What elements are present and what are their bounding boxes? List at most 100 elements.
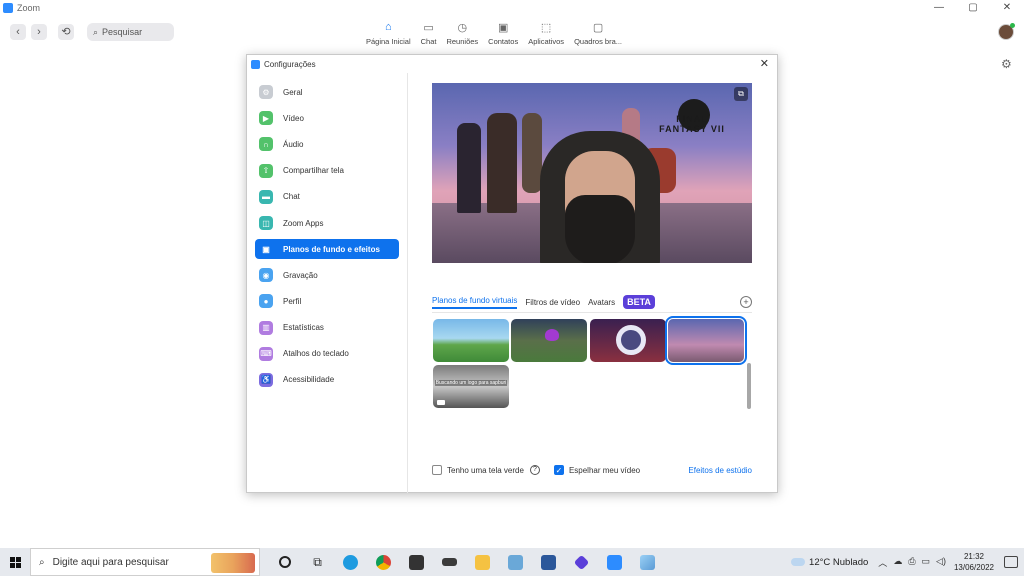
sidebar-item-video[interactable]: ▶ Vídeo: [255, 105, 399, 131]
sidebar-item-label: Gravação: [283, 270, 318, 280]
zoom-taskbar-icon[interactable]: [598, 548, 631, 576]
tab-avatars[interactable]: Avatars: [588, 298, 615, 307]
tab-contacts[interactable]: ▣ Contatos: [488, 20, 519, 47]
volume-icon[interactable]: ◁): [936, 556, 946, 569]
taskbar-search-input[interactable]: ⌕ Digite aqui para pesquisar: [30, 548, 260, 576]
keyboard-icon: ⌨: [259, 346, 273, 361]
background-thumbnail[interactable]: [590, 319, 666, 362]
app-icon[interactable]: [565, 548, 598, 576]
thumbnail-caption: Buscando um logo para sapburi: [435, 380, 507, 386]
sidebar-item-keyboard-shortcuts[interactable]: ⌨ Atalhos do teclado: [255, 341, 399, 367]
help-icon[interactable]: ?: [529, 465, 540, 475]
main-toolbar: ‹ › ⟲ ⌕ Pesquisar ⌂ Página Inicial ▭ Cha…: [0, 18, 1024, 50]
mirror-video-checkbox[interactable]: ✓: [553, 465, 564, 475]
tab-chat[interactable]: ▭ Chat: [421, 20, 437, 47]
search-placeholder: Pesquisar: [102, 27, 143, 37]
stack-icon[interactable]: [433, 548, 466, 576]
app-icon[interactable]: [499, 548, 532, 576]
video-icon: [437, 400, 445, 405]
user-beard: [565, 195, 635, 263]
green-screen-checkbox[interactable]: [432, 465, 442, 475]
background-thumbnail[interactable]: [433, 319, 509, 362]
tab-virtual-backgrounds[interactable]: Planos de fundo virtuais: [432, 296, 518, 309]
chat-icon: ▬: [259, 189, 273, 204]
chrome-icon[interactable]: [367, 548, 400, 576]
sidebar-divider: [407, 73, 408, 493]
task-view-icon[interactable]: ⧉: [301, 548, 334, 576]
file-explorer-icon[interactable]: [466, 548, 499, 576]
notifications-icon[interactable]: [1004, 556, 1018, 568]
tray-icons: ︿ ☁ ⎙ ▭ ◁): [878, 556, 946, 569]
sidebar-item-backgrounds[interactable]: ▣ Planos de fundo e efeitos: [255, 239, 399, 260]
sidebar-item-label: Atalhos do teclado: [283, 349, 349, 359]
studio-effects-link[interactable]: Efeitos de estúdio: [688, 466, 752, 475]
start-button[interactable]: [0, 556, 30, 568]
apps-icon: ◫: [259, 216, 273, 231]
dialog-title-bar: Configurações ✕: [247, 55, 777, 73]
cortana-icon[interactable]: [268, 548, 301, 576]
edge-icon[interactable]: [334, 548, 367, 576]
sidebar-item-profile[interactable]: ● Perfil: [255, 288, 399, 314]
settings-gear-icon[interactable]: ⚙: [1001, 57, 1012, 71]
video-preview: FINAL FANTASY VII ⧉: [432, 83, 752, 263]
tab-video-filters[interactable]: Filtros de vídeo: [525, 298, 580, 307]
word-icon[interactable]: [532, 548, 565, 576]
printer-icon[interactable]: ⎙: [908, 556, 915, 569]
windows-taskbar: ⌕ Digite aqui para pesquisar ⧉ 12°C Nubl…: [0, 548, 1024, 576]
maximize-button[interactable]: ▢: [956, 0, 990, 16]
search-icon: ⌕: [39, 556, 45, 568]
weather-widget[interactable]: 12°C Nublado: [791, 557, 868, 568]
dialog-title: Configurações: [264, 59, 316, 69]
ring-image: [616, 325, 646, 355]
expand-preview-icon[interactable]: ⧉: [734, 87, 748, 101]
background-thumbnail[interactable]: [511, 319, 587, 362]
background-thumbnail[interactable]: Buscando um logo para sapburi: [433, 365, 509, 408]
sidebar-item-label: Acessibilidade: [283, 375, 335, 385]
sidebar-item-label: Estatísticas: [283, 323, 324, 333]
sidebar-item-statistics[interactable]: ▥ Estatísticas: [255, 315, 399, 341]
back-button[interactable]: ‹: [10, 24, 26, 40]
background-tabs: Planos de fundo virtuais Filtros de víde…: [432, 295, 655, 309]
add-background-button[interactable]: +: [740, 296, 752, 308]
weather-text: 12°C Nublado: [809, 556, 869, 568]
green-screen-label: Tenho uma tela verde: [447, 465, 524, 475]
share-screen-icon: ⇧: [259, 163, 273, 178]
cloud-sync-icon[interactable]: ☁: [893, 556, 902, 569]
sidebar-item-zoom-apps[interactable]: ◫ Zoom Apps: [255, 210, 399, 236]
close-window-button[interactable]: ✕: [990, 0, 1024, 16]
sidebar-item-general[interactable]: ⚙ Geral: [255, 79, 399, 105]
record-icon: ◉: [259, 268, 273, 283]
clock-time: 21:32: [963, 552, 984, 561]
search-input[interactable]: ⌕ Pesquisar: [87, 23, 174, 41]
sidebar-item-accessibility[interactable]: ♿ Acessibilidade: [255, 367, 399, 393]
paint-icon[interactable]: [631, 548, 664, 576]
tab-home[interactable]: ⌂ Página Inicial: [366, 20, 411, 46]
main-nav-tabs: ⌂ Página Inicial ▭ Chat ◷ Reuniões ▣ Con…: [366, 20, 632, 46]
tab-label: Página Inicial: [366, 37, 411, 46]
minimize-button[interactable]: —: [922, 0, 956, 16]
clock[interactable]: 21:32 13/06/2022: [954, 551, 994, 573]
close-dialog-icon[interactable]: ✕: [760, 57, 769, 70]
history-button[interactable]: ⟲: [58, 24, 74, 40]
stats-icon: ▥: [259, 320, 273, 335]
tab-whiteboards[interactable]: ▢ Quadros bra...: [574, 20, 622, 47]
tab-meetings[interactable]: ◷ Reuniões: [446, 20, 478, 47]
tab-label: Contatos: [488, 37, 519, 46]
search-icon: ⌕: [93, 26, 99, 37]
profile-icon: ●: [259, 294, 273, 309]
window-controls: — ▢ ✕: [922, 0, 1024, 16]
store-icon[interactable]: [400, 548, 433, 576]
background-thumbnail-selected[interactable]: [665, 316, 747, 365]
network-icon[interactable]: ▭: [922, 556, 931, 569]
home-icon: ⌂: [384, 21, 392, 33]
sidebar-item-audio[interactable]: ∩ Áudio: [255, 131, 399, 157]
thumbnails-scrollbar[interactable]: [747, 363, 751, 409]
chevron-up-icon[interactable]: ︿: [878, 556, 887, 569]
taskbar-search-placeholder: Digite aqui para pesquisar: [52, 556, 169, 568]
tab-apps[interactable]: ⬚ Aplicativos: [528, 20, 564, 47]
sidebar-item-recording[interactable]: ◉ Gravação: [255, 262, 399, 288]
sidebar-item-chat[interactable]: ▬ Chat: [255, 184, 399, 210]
sidebar-item-share-screen[interactable]: ⇧ Compartilhar tela: [255, 158, 399, 184]
whiteboard-icon: ▢: [592, 21, 604, 34]
forward-button[interactable]: ›: [31, 24, 47, 40]
